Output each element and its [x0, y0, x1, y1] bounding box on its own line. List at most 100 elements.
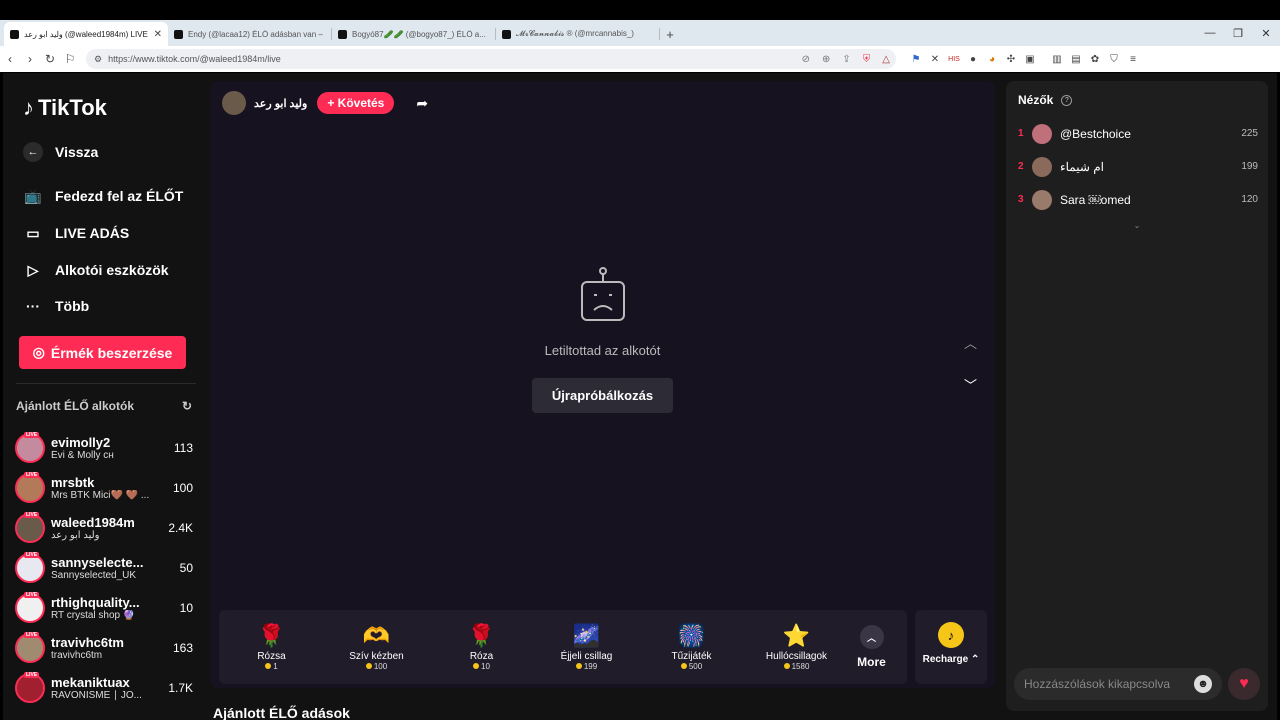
- browser-tab[interactable]: Endy (@lacaa12) ÉLŐ adásban van –: [168, 22, 332, 46]
- recommended-live-title: Ajánlott ÉLŐ adások: [213, 705, 350, 720]
- sidebar-item-live[interactable]: ▭ LIVE ADÁS: [23, 223, 129, 243]
- chevron-down-icon[interactable]: ﹀: [964, 375, 977, 394]
- gift-item[interactable]: 🎆 Tűzijáték 500: [639, 623, 744, 671]
- recharge-label: Recharge ⌃: [922, 654, 980, 665]
- list-item[interactable]: LIVE travivhc6tm travivhc6tm 163: [15, 628, 193, 668]
- close-window-button[interactable]: ✕: [1252, 20, 1280, 46]
- gift-price: 100: [324, 662, 429, 671]
- live-stage: وليد ابو رعد + Követés ➦ Letiltottad az …: [210, 81, 995, 688]
- avatar: LIVE: [15, 432, 45, 463]
- gift-item[interactable]: 🫶 Szív kézben 100: [324, 623, 429, 671]
- emoji-icon[interactable]: ☻: [1194, 675, 1212, 693]
- sidebar-item-creator-tools[interactable]: ▷ Alkotói eszközök: [23, 260, 169, 280]
- viewer-count: 163: [172, 641, 193, 655]
- viewer-count: 100: [172, 481, 193, 495]
- get-coins-button[interactable]: ◎ Érmék beszerzése: [19, 336, 186, 369]
- avatar: LIVE: [15, 552, 45, 583]
- close-tab-icon[interactable]: ✕: [154, 29, 162, 40]
- sidebar-item-label: Fedezd fel az ÉLŐT: [55, 188, 184, 204]
- site-settings-icon[interactable]: ⚙: [94, 54, 102, 65]
- list-item[interactable]: LIVE waleed1984m وليد ابو رعد 2.4K: [15, 508, 193, 548]
- sidepanel-icon[interactable]: ▥: [1051, 54, 1063, 65]
- viewer-rank: 3: [1018, 194, 1024, 205]
- browser-tab[interactable]: 𝓜𝓻𝓒𝓪𝓷𝓷𝓪𝓫𝓲𝓼 ® (@mrcannabis_): [496, 22, 660, 46]
- sidebar-item-label: Több: [55, 298, 90, 314]
- url-field[interactable]: ⚙ https://www.tiktok.com/@waleed1984m/li…: [86, 49, 896, 69]
- browser-tab[interactable]: Bogyó87🥒🥒 (@bogyo87_) ÉLŐ a...: [332, 22, 496, 46]
- translate-icon[interactable]: ⚑: [910, 54, 922, 65]
- save-icon[interactable]: ▣: [1024, 54, 1036, 65]
- viewer-score: 199: [1241, 161, 1258, 172]
- tiktok-favicon-icon: [174, 29, 183, 39]
- viewer-row[interactable]: 3 Sara ￼omed 120: [1018, 183, 1258, 216]
- reload-icon[interactable]: ↻: [40, 52, 60, 66]
- viewer-row[interactable]: 1 @Bestchoice 225: [1018, 117, 1258, 150]
- share-icon[interactable]: ➦: [416, 95, 428, 112]
- gift-item[interactable]: ⭐ Hullócsillagok 1580: [744, 623, 849, 671]
- viewer-count: 10: [179, 601, 193, 615]
- back-label: Vissza: [55, 144, 99, 160]
- forward-icon[interactable]: ›: [20, 52, 40, 66]
- tiktok-favicon-icon: [502, 29, 511, 39]
- tab-title: Endy (@lacaa12) ÉLŐ adásban van –: [188, 29, 323, 39]
- camera-icon: ▭: [26, 224, 40, 241]
- menu-icon[interactable]: ≡: [1127, 54, 1139, 65]
- tiktok-favicon-icon: [338, 29, 347, 39]
- more-gifts-button[interactable]: ︿ More: [849, 625, 894, 669]
- heart-icon[interactable]: ♥: [1228, 668, 1260, 700]
- creator-name: mrsbtk: [51, 475, 95, 490]
- minimize-button[interactable]: —: [1196, 20, 1224, 46]
- pie-icon[interactable]: ◕: [986, 54, 998, 65]
- back-link[interactable]: ← Vissza: [23, 142, 98, 162]
- new-tab-button[interactable]: +: [660, 22, 680, 46]
- host-avatar[interactable]: [222, 91, 246, 115]
- list-item[interactable]: LIVE mekaniktuax RAVONISME ∣ JO... 1.7K: [15, 668, 193, 708]
- retry-button[interactable]: Újrapróbálkozás: [531, 378, 674, 413]
- gift-name: Hullócsillagok: [765, 651, 828, 662]
- dot-icon[interactable]: ●: [967, 54, 979, 65]
- sidebar-item-explore[interactable]: 📺 Fedezd fel az ÉLŐT: [23, 186, 183, 206]
- help-icon[interactable]: ?: [1061, 94, 1073, 106]
- bookmark-icon[interactable]: ⚐: [60, 52, 80, 66]
- expand-chevron-icon[interactable]: ⌄: [1006, 221, 1268, 230]
- restore-button[interactable]: ❐: [1224, 20, 1252, 46]
- list-item[interactable]: LIVE mrsbtk Mrs BTK Mici🤎 🤎 ... 100: [15, 468, 193, 508]
- sidebar-item-more[interactable]: ··· Több: [23, 296, 89, 316]
- wallet-icon[interactable]: ▤: [1070, 54, 1082, 65]
- his-icon[interactable]: HIS: [948, 56, 960, 63]
- x-icon[interactable]: ✕: [929, 54, 941, 65]
- browser-tab[interactable]: وليد ابو رعد (@waleed1984m) LIVE ✕: [4, 22, 168, 46]
- creator-name: rthighquality...: [51, 595, 140, 610]
- back-icon[interactable]: ‹: [0, 52, 20, 66]
- list-item[interactable]: LIVE evimolly2 Évi & Molly ᴄʜ 113: [15, 428, 193, 468]
- vpn-icon[interactable]: ⛉: [1108, 54, 1120, 65]
- tiktok-logo[interactable]: ♪ TikTok: [23, 95, 107, 121]
- comment-input[interactable]: Hozzászólások kikapcsolva ☻: [1014, 668, 1222, 700]
- creator-name: evimolly2: [51, 435, 111, 450]
- recommended-title: Ajánlott ÉLŐ alkotók: [16, 399, 135, 413]
- gift-item[interactable]: 🌹 Rózsa 1: [219, 623, 324, 671]
- tiktok-favicon-icon: [10, 29, 19, 39]
- viewer-row[interactable]: 2 ام شيماء 199: [1018, 150, 1258, 183]
- chevron-up-icon[interactable]: ︿: [964, 333, 977, 352]
- blocked-state: Letiltottad az alkotót Újrapróbálkozás: [210, 266, 995, 413]
- gift-price-value: 10: [481, 662, 490, 671]
- recommended-header: Ajánlott ÉLŐ alkotók ↻: [16, 399, 192, 413]
- list-item[interactable]: LIVE sannyselecte... Sannyselected_UK 50: [15, 548, 193, 588]
- shield-icon[interactable]: ⛨: [863, 54, 871, 65]
- triangle-icon[interactable]: △: [882, 54, 890, 65]
- gift-price: 10: [429, 662, 534, 671]
- puzzle-icon[interactable]: ✣: [1005, 54, 1017, 65]
- follow-button[interactable]: + Követés: [317, 92, 395, 114]
- gift-price: 1: [219, 662, 324, 671]
- recharge-button[interactable]: ♪ Recharge ⌃: [915, 610, 987, 684]
- refresh-icon[interactable]: ↻: [182, 399, 192, 413]
- zoom-icon[interactable]: ⊕: [822, 54, 830, 65]
- gear-icon[interactable]: ✿: [1089, 54, 1101, 65]
- host-name[interactable]: وليد ابو رعد: [254, 97, 307, 110]
- share-page-icon[interactable]: ⇪: [842, 54, 850, 65]
- arrow-left-icon: ←: [23, 142, 43, 162]
- list-item[interactable]: LIVE rthighquality... RT crystal shop 🔮 10: [15, 588, 193, 628]
- gift-item[interactable]: 🌹 Róza 10: [429, 623, 534, 671]
- gift-item[interactable]: 🌌 Éjjeli csillag 199: [534, 623, 639, 671]
